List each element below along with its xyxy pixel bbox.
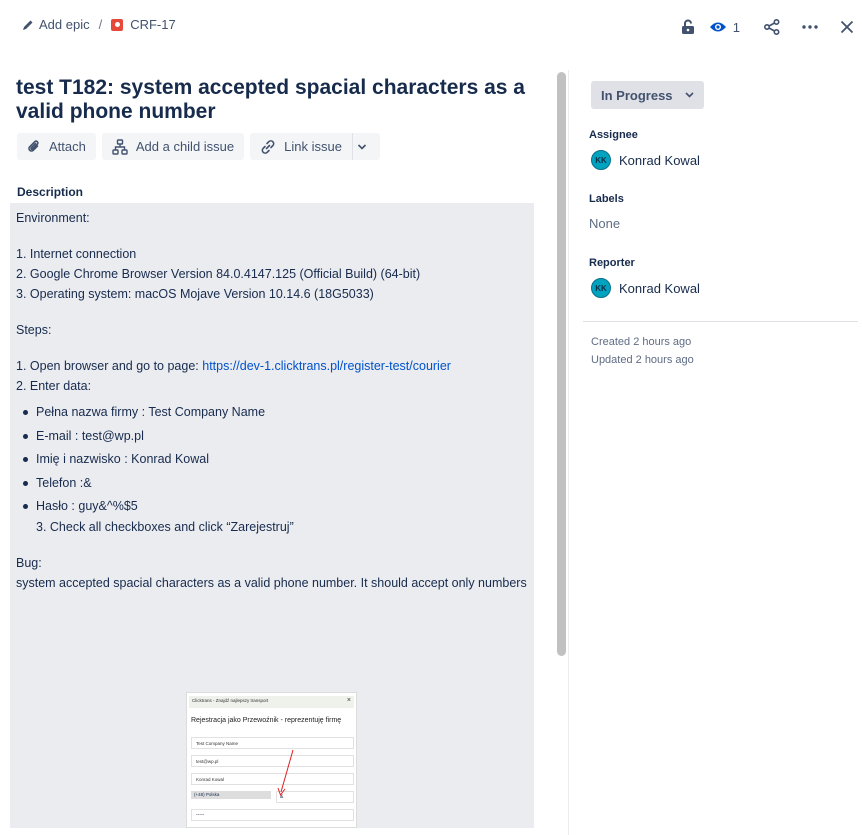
reporter-name: Konrad Kowal bbox=[619, 280, 700, 296]
bug-text: system accepted spacial characters as a … bbox=[16, 575, 527, 590]
attachment-password-field: ----- bbox=[191, 809, 354, 821]
assignee-label: Assignee bbox=[589, 129, 638, 141]
lock-button[interactable] bbox=[681, 14, 695, 40]
chevron-down-icon bbox=[684, 92, 694, 98]
pencil-icon bbox=[23, 20, 33, 30]
issue-title[interactable]: test T182: system accepted spacial chara… bbox=[16, 76, 536, 124]
share-icon bbox=[764, 19, 780, 35]
attachment-close-icon: × bbox=[346, 697, 351, 704]
status-dropdown[interactable]: In Progress bbox=[591, 81, 704, 109]
sidebar-divider bbox=[583, 321, 858, 322]
step-3: 3. Check all checkboxes and click “Zarej… bbox=[36, 519, 294, 534]
eye-icon bbox=[709, 22, 726, 32]
attachment-country-select: (+48) Polska bbox=[191, 791, 271, 799]
link-issue-label: Link issue bbox=[284, 139, 342, 154]
link-issue-button-group: Link issue bbox=[250, 133, 380, 160]
share-button[interactable] bbox=[764, 14, 780, 40]
add-child-issue-label: Add a child issue bbox=[135, 139, 235, 154]
list-item: Imię i nazwisko : Konrad Kowal bbox=[16, 449, 528, 469]
bug-icon bbox=[111, 18, 124, 31]
description-label: Description bbox=[17, 185, 84, 199]
labels-value[interactable]: None bbox=[589, 216, 620, 231]
data-list: Pełna nazwa firmy : Test Company Name E-… bbox=[16, 402, 528, 516]
attachment-company-field: Test Company Name bbox=[191, 737, 354, 749]
step-2: 2. Enter data: bbox=[16, 379, 92, 393]
attachment-top-bar: Clicktrans - Znajdź najlepszy transport × bbox=[189, 696, 354, 708]
labels-label: Labels bbox=[589, 193, 624, 205]
register-page-link[interactable]: https://dev-1.clicktrans.pl/register-tes… bbox=[202, 359, 451, 373]
paperclip-icon bbox=[28, 139, 39, 152]
attachment-name-field: Konrad Kowal bbox=[191, 773, 354, 785]
steps-heading: Steps: bbox=[16, 323, 52, 337]
list-item: Telefon :& bbox=[16, 473, 528, 493]
issue-toolbar: Attach Add a child issue Link issue bbox=[17, 133, 386, 160]
red-arrow-icon bbox=[277, 749, 294, 797]
attachment-email-field: test@wp.pl bbox=[191, 755, 354, 767]
attach-label: Attach bbox=[49, 139, 86, 154]
watchers-count: 1 bbox=[732, 19, 740, 35]
watchers-button[interactable]: 1 bbox=[709, 14, 740, 40]
hierarchy-icon bbox=[112, 138, 128, 155]
environment-heading: Environment: bbox=[16, 211, 90, 225]
unlock-icon bbox=[681, 19, 694, 34]
updated-timestamp: Updated 2 hours ago bbox=[591, 354, 694, 366]
environment-item: 2. Google Chrome Browser Version 84.0.41… bbox=[16, 267, 421, 281]
link-icon bbox=[261, 139, 275, 154]
status-label: In Progress bbox=[601, 87, 673, 103]
environment-item: 1. Internet connection bbox=[16, 247, 137, 261]
avatar: KK bbox=[591, 150, 611, 170]
close-button[interactable] bbox=[840, 14, 854, 40]
list-item: Pełna nazwa firmy : Test Company Name bbox=[16, 402, 528, 422]
more-actions-button[interactable] bbox=[802, 14, 818, 40]
attachment-top-bar-text: Clicktrans - Znajdź najlepszy transport bbox=[192, 698, 269, 703]
attachment-heading: Rejestracja jako Przewoźnik - reprezentu… bbox=[191, 717, 342, 724]
list-item: E-mail : test@wp.pl bbox=[16, 426, 528, 446]
created-timestamp: Created 2 hours ago bbox=[591, 336, 692, 348]
chevron-down-icon bbox=[358, 143, 367, 150]
step-1-text: 1. Open browser and go to page: bbox=[16, 359, 203, 373]
panel-divider bbox=[568, 70, 569, 835]
breadcrumb-separator: / bbox=[98, 17, 103, 32]
more-icon bbox=[802, 25, 818, 29]
add-child-issue-button[interactable]: Add a child issue bbox=[101, 133, 245, 160]
issue-main-panel: test T182: system accepted spacial chara… bbox=[0, 54, 554, 835]
close-icon bbox=[840, 20, 854, 34]
bug-heading: Bug: bbox=[16, 555, 42, 570]
link-issue-button[interactable]: Link issue bbox=[250, 133, 352, 160]
assignee-name: Konrad Kowal bbox=[619, 152, 700, 168]
environment-item: 3. Operating system: macOS Mojave Versio… bbox=[16, 287, 374, 301]
reporter-field[interactable]: KK Konrad Kowal bbox=[591, 278, 700, 298]
breadcrumb: Add epic / CRF-17 bbox=[22, 17, 176, 32]
screenshot-attachment[interactable]: Clicktrans - Znajdź najlepszy transport ×… bbox=[186, 692, 357, 828]
attach-button[interactable]: Attach bbox=[17, 133, 96, 160]
assignee-field[interactable]: KK Konrad Kowal bbox=[591, 150, 700, 170]
step-1: 1. Open browser and go to page: https://… bbox=[16, 356, 528, 376]
issue-key-link[interactable]: CRF-17 bbox=[130, 17, 176, 32]
issue-header: Add epic / CRF-17 1 bbox=[0, 0, 862, 54]
add-epic-link[interactable]: Add epic bbox=[39, 17, 90, 32]
header-actions: 1 bbox=[667, 14, 854, 40]
reporter-label: Reporter bbox=[589, 257, 635, 269]
list-item: Hasło : guy&^%$5 bbox=[16, 496, 528, 516]
link-issue-dropdown[interactable] bbox=[351, 133, 380, 160]
avatar: KK bbox=[591, 278, 611, 298]
main-panel-scrollbar[interactable] bbox=[557, 72, 566, 656]
